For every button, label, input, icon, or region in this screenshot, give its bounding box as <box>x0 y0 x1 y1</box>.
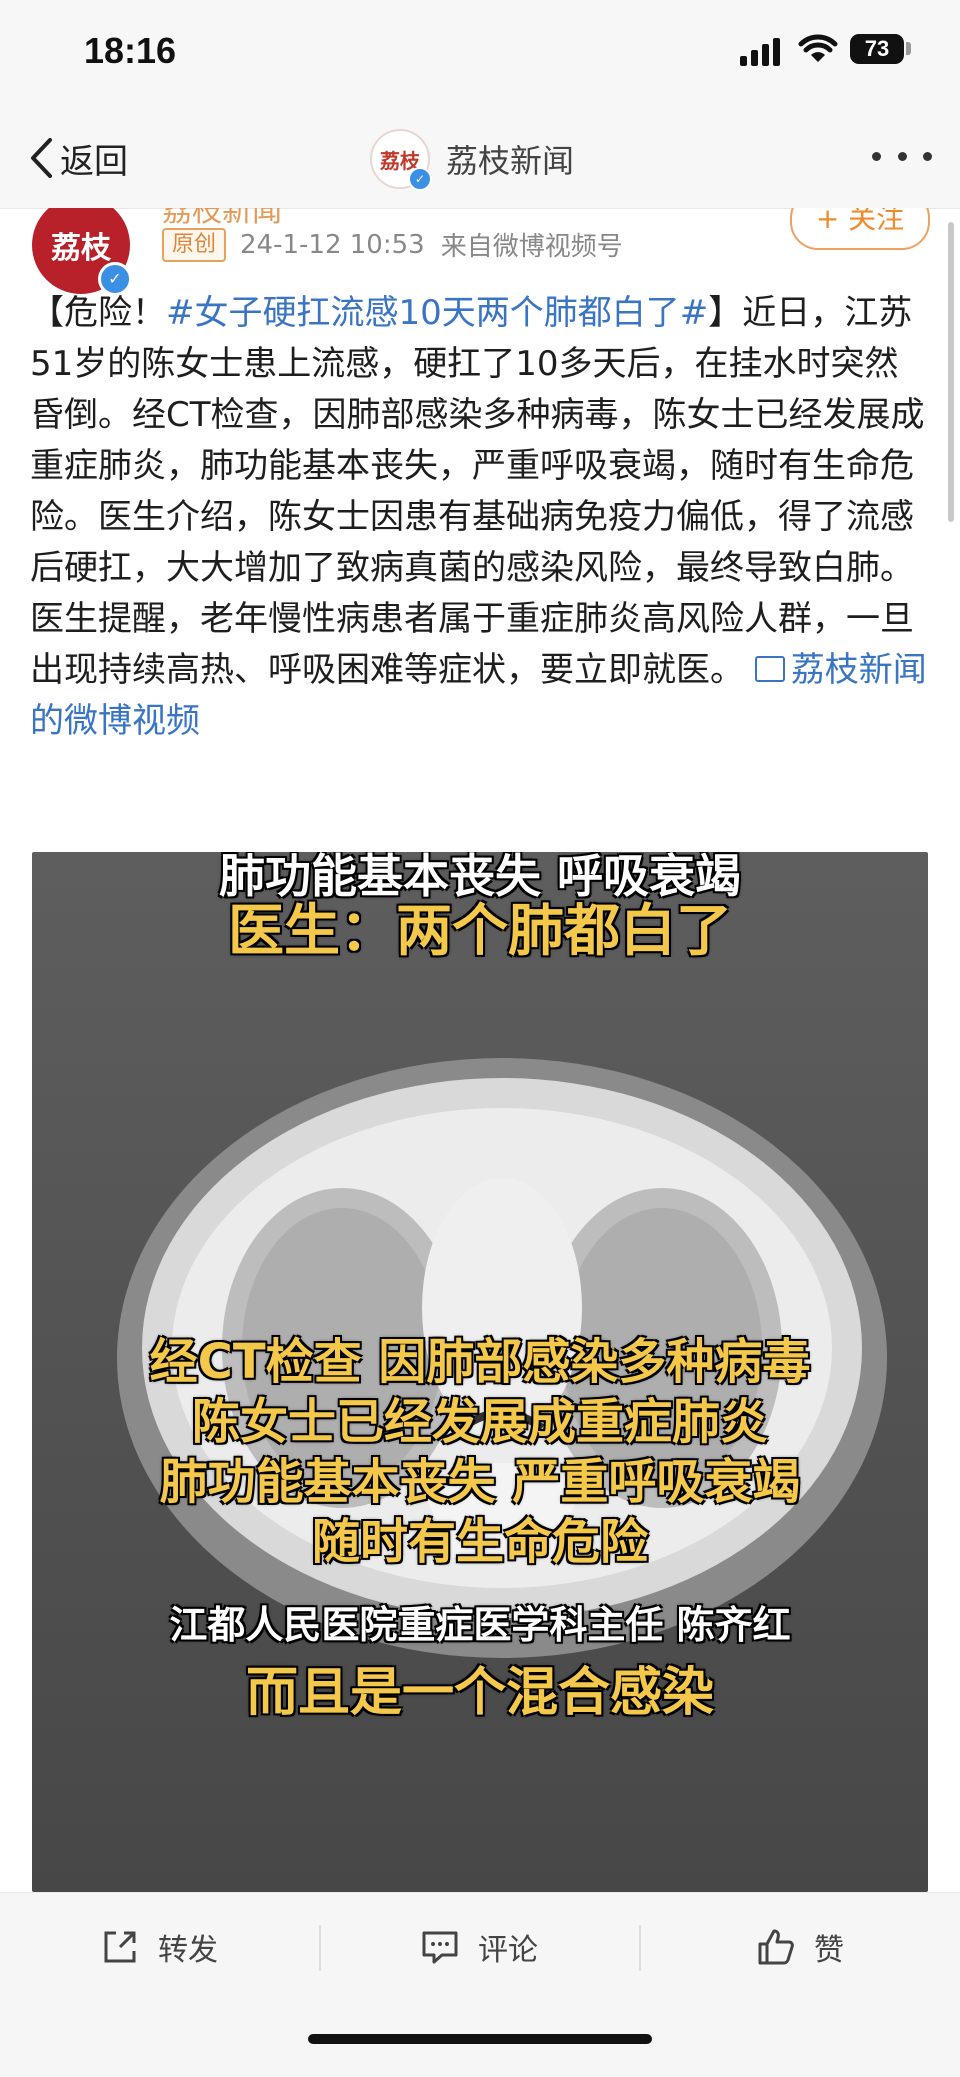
caption-last: 而且是一个混合感染 <box>245 1663 714 1723</box>
status-time: 18:16 <box>84 30 177 71</box>
nav-bar: 返回 荔枝 ✓ 荔枝新闻 <box>0 110 960 209</box>
comment-button[interactable]: 评论 <box>420 1893 538 2001</box>
video-thumbnail[interactable]: 肺功能基本丧失 呼吸衰竭 医生：两个肺都白了 经CT检查 因肺部感染多种病毒 陈… <box>32 852 928 1892</box>
post-text: 【危险！#女子硬扛流感10天两个肺都白了#】近日，江苏51岁的陈女士患上流感，硬… <box>30 288 930 747</box>
like-button[interactable]: 赞 <box>756 1893 844 2001</box>
home-bar <box>0 2000 960 2077</box>
post-suffix: 】 <box>708 293 743 333</box>
repost-button[interactable]: 转发 <box>100 1893 218 2001</box>
repost-label: 转发 <box>158 1933 218 1968</box>
follow-button[interactable]: + 关注 <box>790 208 930 250</box>
nav-account[interactable]: 荔枝 ✓ 荔枝新闻 <box>370 124 574 194</box>
verified-icon: ✓ <box>408 167 432 191</box>
repost-icon <box>104 1931 136 1963</box>
like-label: 赞 <box>814 1933 844 1968</box>
original-badge: 原创 <box>162 227 227 262</box>
post-prefix: 【危险！ <box>30 293 166 333</box>
battery-indicator: 73 <box>850 34 904 64</box>
divider <box>319 1925 321 1971</box>
wifi-icon <box>798 34 838 62</box>
more-options-icon[interactable] <box>872 146 932 166</box>
caption-line: 随时有生命危险 <box>311 1514 648 1570</box>
back-button[interactable]: 返回 <box>28 130 128 186</box>
scrollbar[interactable] <box>948 222 954 522</box>
nav-title: 荔枝新闻 <box>446 142 575 180</box>
post-content: 荔枝 ✓ 荔枝新闻 原创 24-1-12 10:53 来自微博视频号 + 关注 … <box>0 208 960 1892</box>
author-avatar[interactable]: 荔枝 ✓ <box>32 208 132 296</box>
battery-tip <box>906 42 911 55</box>
cellular-signal-icon <box>740 38 780 66</box>
hashtag-link[interactable]: #女子硬扛流感10天两个肺都白了# <box>166 293 708 333</box>
back-label: 返回 <box>60 141 128 182</box>
chevron-left-icon <box>31 138 52 178</box>
post-body: 近日，江苏51岁的陈女士患上流感，硬扛了10多天后，在挂水时突然昏倒。经CT检查… <box>30 293 925 690</box>
home-indicator[interactable] <box>308 2034 652 2044</box>
caption-speaker: 江都人民医院重症医学科主任 陈齐红 <box>169 1603 791 1647</box>
post-source[interactable]: 来自微博视频号 <box>441 226 623 263</box>
nav-avatar: 荔枝 ✓ <box>370 129 432 191</box>
comment-label: 评论 <box>478 1933 538 1968</box>
video-icon <box>754 655 785 682</box>
divider <box>639 1925 641 1971</box>
comment-icon <box>422 1931 458 1964</box>
author-avatar-logo: 荔枝 <box>51 231 111 266</box>
caption-doctor: 医生：两个肺都白了 <box>228 899 732 964</box>
action-bar: 转发 评论 赞 <box>0 1892 960 2001</box>
post-timestamp: 24-1-12 10:53 <box>240 229 425 260</box>
thumbs-up-icon <box>758 1929 794 1965</box>
post-meta: 原创 24-1-12 10:53 来自微博视频号 <box>162 226 623 263</box>
status-bar: 18:16 73 <box>0 0 960 110</box>
